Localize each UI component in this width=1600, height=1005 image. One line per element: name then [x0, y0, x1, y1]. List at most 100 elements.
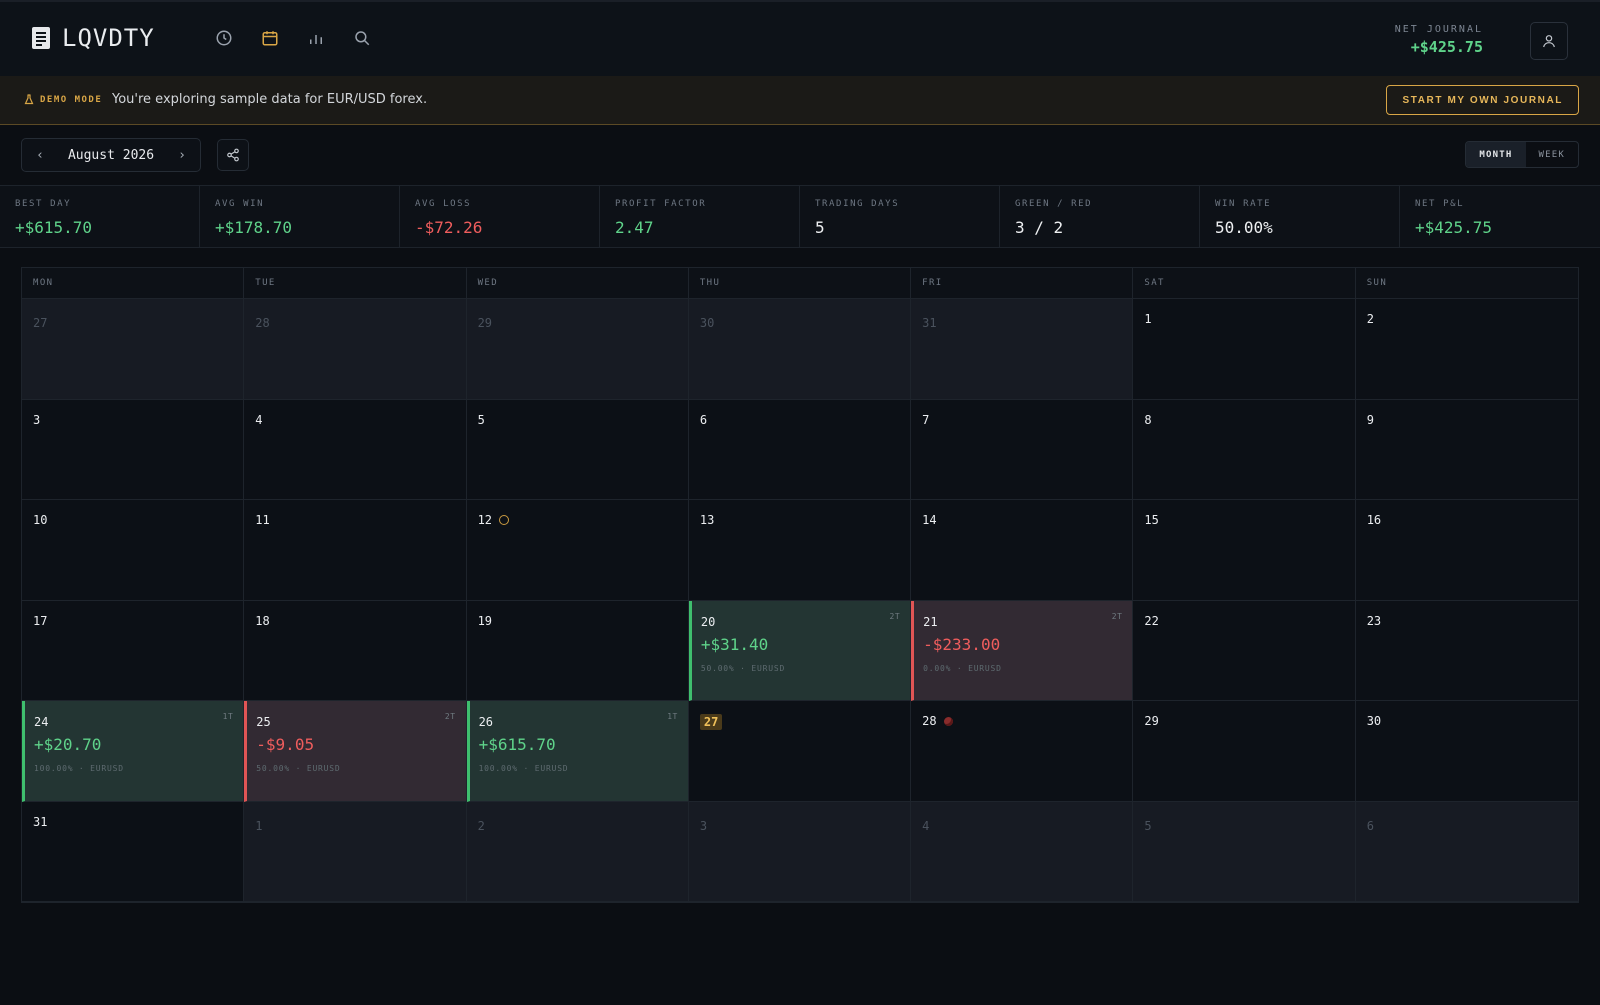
day-number: 30 [700, 316, 714, 330]
calendar-day[interactable]: 13 [688, 500, 912, 601]
net-journal-label: NET JOURNAL [1394, 24, 1483, 35]
calendar-day[interactable]: 26 1T +$615.70 100.00% · EURUSD [466, 701, 689, 802]
stat-value: 5 [815, 218, 825, 237]
calendar-day[interactable]: 31 [911, 299, 1134, 400]
calendar-day[interactable]: 4 [244, 399, 467, 500]
weekday-fri: FRI [911, 268, 1134, 298]
calendar-day[interactable]: 4 [911, 801, 1134, 902]
day-number: 30 [1367, 714, 1381, 728]
today-marker: 27 [699, 714, 723, 730]
day-number-text: 7 [922, 412, 930, 427]
view-toggle: MONTH WEEK [1465, 141, 1579, 168]
start-journal-button[interactable]: START MY OWN JOURNAL [1386, 85, 1579, 115]
day-number-text: 21 [923, 614, 938, 629]
calendar-day[interactable]: 28 [244, 299, 467, 400]
calendar-day[interactable]: 29 [466, 299, 689, 400]
day-number-text: 30 [699, 316, 715, 330]
calendar-day[interactable]: 7 [911, 399, 1134, 500]
day-number-text: 16 [1366, 513, 1382, 527]
calendar-day[interactable]: 18 [244, 600, 467, 701]
calendar-day[interactable]: 16 [1355, 500, 1578, 601]
nav-calendar-button[interactable] [258, 26, 282, 50]
calendar-day[interactable]: 2 [1355, 299, 1578, 400]
chevron-left-icon[interactable]: ‹ [34, 148, 46, 163]
calendar-day[interactable]: 2 [466, 801, 689, 902]
day-number-text: 27 [33, 316, 48, 330]
day-number-text: 6 [1366, 818, 1374, 833]
calendar-day[interactable]: 31 [22, 801, 245, 902]
day-number: 12 [478, 513, 510, 527]
day-number: 27 [33, 316, 47, 330]
calendar-day[interactable]: 1 [1133, 299, 1356, 400]
calendar-day[interactable]: 25 2T -$9.05 50.00% · EURUSD [244, 701, 467, 802]
day-number-text: 11 [255, 513, 270, 527]
calendar-day[interactable]: 19 [466, 600, 689, 701]
calendar-day[interactable]: 27 [22, 299, 245, 400]
day-number-text: 28 [255, 316, 270, 330]
nav-search-button[interactable] [350, 26, 374, 50]
calendar-day[interactable]: 12 [466, 500, 689, 601]
calendar-day[interactable]: 6 [1355, 801, 1578, 902]
stat-value: +$425.75 [1415, 218, 1493, 237]
stat-label: BEST DAY [15, 199, 72, 209]
calendar-day[interactable]: 30 [1355, 701, 1578, 802]
calendar-day[interactable]: 28 [911, 701, 1134, 802]
stat-win-rate: WIN RATE 50.00% [1200, 186, 1400, 247]
day-number: 31 [33, 815, 47, 829]
day-number-text: 14 [922, 513, 937, 527]
calendar-day[interactable]: 27 [688, 701, 912, 802]
weekday-thu: THU [689, 268, 912, 298]
calendar-day[interactable]: 15 [1133, 500, 1356, 601]
trade-count: 1T [222, 712, 234, 721]
calendar-day[interactable]: 30 [688, 299, 912, 400]
calendar-icon [262, 31, 278, 46]
stat-label: TRADING DAYS [815, 199, 900, 209]
calendar-day[interactable]: 22 [1133, 600, 1356, 701]
day-number-text: 23 [1366, 613, 1382, 628]
day-number-text: 4 [922, 818, 930, 833]
current-month-label: August 2026 [67, 147, 155, 163]
calendar-day[interactable]: 11 [244, 500, 467, 601]
calendar-day[interactable]: 10 [22, 500, 245, 601]
stat-value: +$178.70 [215, 218, 293, 237]
share-button[interactable] [217, 139, 249, 171]
net-journal-value: +$425.75 [1410, 38, 1483, 56]
user-menu-button[interactable] [1530, 22, 1568, 60]
day-number-text: 4 [255, 412, 263, 427]
calendar-day[interactable]: 21 2T -$233.00 0.00% · EURUSD [911, 600, 1134, 701]
app-logo[interactable]: LQVDTY [32, 24, 155, 52]
calendar-day[interactable]: 6 [688, 399, 912, 500]
calendar-day[interactable]: 20 2T +$31.40 50.00% · EURUSD [688, 600, 912, 701]
day-number-text: 10 [33, 513, 48, 527]
stat-label: NET P&L [1415, 199, 1465, 209]
day-number-text: 31 [33, 814, 48, 829]
view-month-button[interactable]: MONTH [1466, 142, 1526, 167]
nav-analytics-button[interactable] [304, 26, 328, 50]
day-number: 23 [1367, 614, 1381, 628]
calendar-day[interactable]: 9 [1355, 399, 1578, 500]
chevron-right-icon[interactable]: › [176, 148, 188, 163]
calendar-day[interactable]: 14 [911, 500, 1134, 601]
calendar-day[interactable]: 5 [466, 399, 689, 500]
weekday-sat: SAT [1133, 268, 1356, 298]
trade-count: 1T [667, 712, 678, 721]
app-name: LQVDTY [62, 24, 155, 52]
stat-avg-loss: AVG LOSS -$72.26 [400, 186, 600, 247]
calendar-day[interactable]: 5 [1133, 801, 1356, 902]
calendar-day[interactable]: 23 [1355, 600, 1578, 701]
calendar-day[interactable]: 3 [22, 399, 245, 500]
calendar-day[interactable]: 29 [1133, 701, 1356, 802]
day-number-text: 15 [1144, 513, 1159, 527]
day-number-text: 5 [1144, 818, 1152, 833]
day-number-text: 19 [477, 613, 493, 628]
day-number: 6 [1367, 819, 1374, 833]
calendar-day[interactable]: 8 [1133, 399, 1356, 500]
calendar-day[interactable]: 17 [22, 600, 245, 701]
calendar-day[interactable]: 1 [244, 801, 467, 902]
view-week-button[interactable]: WEEK [1526, 142, 1578, 167]
calendar-day[interactable]: 24 1T +$20.70 100.00% · EURUSD [22, 701, 245, 802]
calendar-day[interactable]: 3 [688, 801, 912, 902]
weekday-sun: SUN [1366, 278, 1388, 288]
nav-history-button[interactable] [212, 26, 236, 50]
day-number: 9 [1367, 413, 1374, 427]
